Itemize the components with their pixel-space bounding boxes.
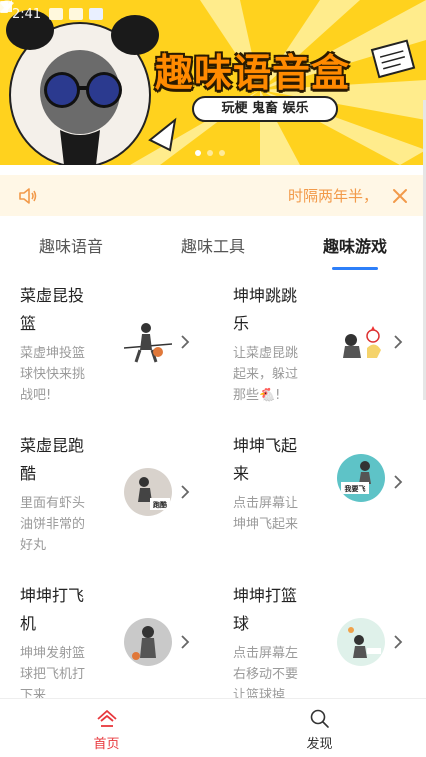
game-card-fly[interactable]: 坤坤飞起来 点击屏幕让坤坤飞起来 我要飞 [233,426,426,574]
tab-label: 趣味语音 [38,237,103,256]
game-thumbnail: 跑酷 [124,468,172,516]
carousel-dot[interactable] [195,150,201,156]
tab-tools[interactable]: 趣味工具 [142,222,284,272]
notification-icon [89,8,104,20]
status-bar: 2:41 [0,0,426,28]
app-root: 2:41 趣味语音盒 玩梗 鬼畜 娱乐 时隔两年半， 趣味语音 趣味工具 趣味游… [0,0,426,757]
battery-icon [0,1,8,13]
carousel-dot[interactable] [207,150,213,156]
game-desc: 坤坤发射篮球把飞机打下来 [20,646,86,698]
notification-icons [49,8,104,20]
game-card-shoot-plane[interactable]: 坤坤打飞机 坤坤发射篮球把飞机打下来 [20,576,220,698]
game-title: 坤坤跳跳乐 [233,286,298,333]
chevron-right-icon [181,485,190,499]
nav-home[interactable]: 首页 [0,699,213,757]
game-thumbnail [337,618,385,666]
tab-label: 趣味工具 [180,237,245,256]
carousel-indicator [195,150,225,156]
tab-games[interactable]: 趣味游戏 [284,222,426,272]
notification-icon [69,8,84,20]
game-desc: 菜虚坤投篮球快快来挑战吧! [20,346,86,403]
game-title: 菜虚昆跑酷 [20,436,85,483]
notice-bar[interactable]: 时隔两年半， [0,175,426,216]
close-icon[interactable] [392,188,408,204]
nav-label: 发现 [306,737,333,752]
chevron-right-icon [181,335,190,349]
thumb-caption: 我要飞 [345,484,366,493]
game-thumbnail [124,618,172,666]
game-card-play-basketball[interactable]: 坤坤打篮球 点击屏幕左右移动不要让篮球掉 [233,576,426,698]
game-title: 坤坤飞起来 [233,436,298,483]
banner-title: 趣味语音盒 [155,51,351,95]
game-desc: 点击屏幕左右移动不要让篮球掉 [233,646,299,698]
nav-label: 首页 [93,737,120,752]
search-icon [310,709,329,728]
game-desc: 让菜虚昆跳起来，躲过那些🐔! [233,346,299,403]
chevron-right-icon [394,335,403,349]
game-card-jump[interactable]: 坤坤跳跳乐 让菜虚昆跳起来，躲过那些🐔! [233,276,426,424]
game-desc: 里面有虾头油饼非常的好丸 [20,496,86,553]
banner-subtitle: 玩梗 鬼畜 娱乐 [192,96,338,122]
speaker-icon [19,187,37,204]
thumb-caption: 跑酷 [153,500,167,509]
game-thumbnail: 我要飞 [337,454,385,502]
tab-label: 趣味游戏 [322,237,387,256]
game-thumbnail [343,326,381,358]
tab-voice[interactable]: 趣味语音 [0,222,142,272]
carousel-dot[interactable] [219,150,225,156]
chevron-right-icon [181,635,190,649]
chevron-right-icon [394,475,403,489]
category-tabs: 趣味语音 趣味工具 趣味游戏 [0,222,426,272]
banner-carousel[interactable]: 2:41 趣味语音盒 玩梗 鬼畜 娱乐 [0,0,426,165]
active-tab-indicator [332,267,378,270]
game-thumbnail [124,323,172,363]
chevron-right-icon [394,635,403,649]
game-grid: 菜虚昆投篮 菜虚坤投篮球快快来挑战吧! 坤坤跳跳乐 让菜虚昆跳起来，躲过那些🐔! [0,276,426,698]
game-card-basketball-shoot[interactable]: 菜虚昆投篮 菜虚坤投篮球快快来挑战吧! [20,276,220,424]
notice-text: 时隔两年半， [287,187,378,205]
status-time: 2:41 [12,6,42,22]
game-title: 菜虚昆投篮 [20,286,85,333]
game-title: 坤坤打篮球 [233,586,298,633]
home-icon [96,710,117,727]
notification-icon [49,8,64,20]
nav-discover[interactable]: 发现 [213,699,426,757]
bottom-nav: 首页 发现 [0,698,426,757]
game-card-parkour[interactable]: 菜虚昆跑酷 里面有虾头油饼非常的好丸 跑酷 [20,426,220,574]
game-title: 坤坤打飞机 [20,586,85,633]
game-desc: 点击屏幕让坤坤飞起来 [233,496,299,532]
